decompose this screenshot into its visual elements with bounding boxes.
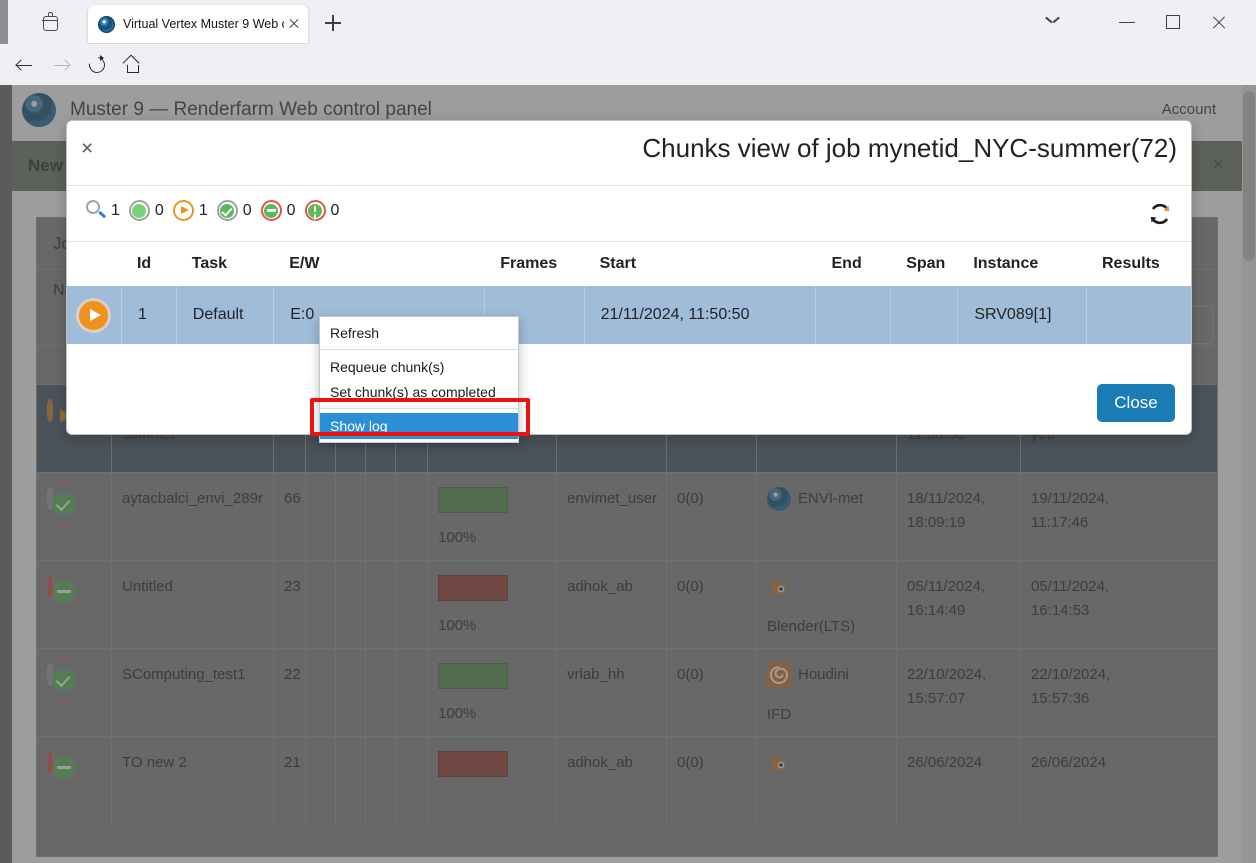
stopped-icon xyxy=(261,200,282,221)
window-edge xyxy=(0,0,8,44)
navigation-toolbar: https://renderfarm.bk.tudelft.nl:9891/# xyxy=(0,44,1256,85)
chunk-start-cell: 21/11/2024, 11:50:50 xyxy=(584,286,816,344)
chunk-counter-value: 0 xyxy=(243,202,252,220)
chunks-column-header[interactable]: Start xyxy=(584,255,816,273)
context-menu-item[interactable]: Show log xyxy=(320,413,518,439)
close-button[interactable]: Close xyxy=(1097,384,1175,422)
chunks-table-header: IdTaskE/WFramesStartEndSpanInstanceResul… xyxy=(67,242,1191,286)
chunk-counter[interactable]: 0 xyxy=(305,200,340,221)
browser-tab[interactable]: Virtual Vertex Muster 9 Web cor xyxy=(88,5,308,43)
chunks-column-header[interactable]: Task xyxy=(176,255,273,273)
queued-icon xyxy=(129,200,150,221)
running-play-icon xyxy=(76,298,111,333)
forward-button[interactable] xyxy=(48,52,74,78)
chunk-counter[interactable]: 1 xyxy=(85,200,120,221)
tab-favicon-icon xyxy=(98,16,115,33)
chunks-column-header[interactable]: Instance xyxy=(957,255,1086,273)
firefox-view-button[interactable] xyxy=(32,8,68,38)
modal-close-icon[interactable]: × xyxy=(81,138,93,159)
firefox-view-icon xyxy=(43,16,58,31)
running-icon xyxy=(173,200,194,221)
chunk-status-cell xyxy=(67,286,121,344)
chunks-column-header[interactable]: Span xyxy=(890,255,957,273)
tab-title: Virtual Vertex Muster 9 Web cor xyxy=(123,17,284,31)
tab-close-icon[interactable] xyxy=(286,16,302,32)
modal-footer: Close xyxy=(67,374,1191,434)
warning-icon xyxy=(305,200,326,221)
chunk-id-cell: 1 xyxy=(121,286,176,344)
chunk-status-counters: 1 0 1 0 0 0 xyxy=(85,200,348,221)
back-button[interactable] xyxy=(12,52,38,78)
home-button[interactable] xyxy=(120,52,146,78)
chunk-counter-value: 1 xyxy=(111,202,120,220)
modal-header: × Chunks view of job mynetid_NYC-summer(… xyxy=(67,121,1191,186)
context-menu-item[interactable]: Requeue chunk(s) xyxy=(320,354,518,379)
chunk-counter[interactable]: 0 xyxy=(129,200,164,221)
window-maximize-button[interactable] xyxy=(1150,0,1196,44)
chunk-span-cell xyxy=(890,286,957,344)
chevron-down-icon[interactable] xyxy=(1044,13,1062,31)
window-close-button[interactable] xyxy=(1196,0,1242,44)
browser-chrome: Virtual Vertex Muster 9 Web cor https xyxy=(0,0,1256,85)
chunk-counter-value: 1 xyxy=(199,202,208,220)
window-minimize-button[interactable] xyxy=(1104,0,1150,44)
chunk-counter-value: 0 xyxy=(331,202,340,220)
new-tab-button[interactable] xyxy=(318,9,348,37)
chunk-task-cell: Default xyxy=(176,286,273,344)
tab-strip: Virtual Vertex Muster 9 Web cor xyxy=(0,0,1256,44)
search-icon xyxy=(85,200,106,221)
chunks-table-row[interactable]: 1 Default E:0 21/11/2024, 11:50:50 SRV08… xyxy=(67,286,1191,344)
modal-toolbar: 1 0 1 0 0 0 xyxy=(67,186,1191,242)
context-menu: Refresh Requeue chunk(s)Set chunk(s) as c… xyxy=(319,316,519,443)
chunk-counter-value: 0 xyxy=(287,202,296,220)
menu-separator xyxy=(320,408,518,409)
context-menu-item[interactable]: Set chunk(s) as completed xyxy=(320,379,518,404)
chunks-column-header[interactable]: E/W xyxy=(273,255,484,273)
chunks-column-header[interactable]: Results xyxy=(1086,255,1191,273)
chunks-view-modal: × Chunks view of job mynetid_NYC-summer(… xyxy=(66,120,1192,435)
chunk-counter-value: 0 xyxy=(155,202,164,220)
modal-title: Chunks view of job mynetid_NYC-summer(72… xyxy=(642,133,1177,164)
chunk-results-cell xyxy=(1086,286,1191,344)
completed-icon xyxy=(217,200,238,221)
reload-button[interactable] xyxy=(84,52,110,78)
chunk-counter[interactable]: 0 xyxy=(261,200,296,221)
chunk-instance-cell: SRV089[1] xyxy=(957,286,1086,344)
chunks-column-header[interactable]: Frames xyxy=(484,255,583,273)
refresh-icon[interactable] xyxy=(1147,201,1173,227)
chunks-column-header[interactable]: Id xyxy=(121,255,176,273)
chunk-end-cell xyxy=(815,286,890,344)
chunks-table: IdTaskE/WFramesStartEndSpanInstanceResul… xyxy=(67,242,1191,344)
chunks-column-header[interactable]: End xyxy=(816,255,891,273)
chunk-counter[interactable]: 0 xyxy=(217,200,252,221)
menu-separator xyxy=(320,349,518,350)
chunk-counter[interactable]: 1 xyxy=(173,200,208,221)
context-menu-item[interactable]: Refresh xyxy=(320,320,518,345)
